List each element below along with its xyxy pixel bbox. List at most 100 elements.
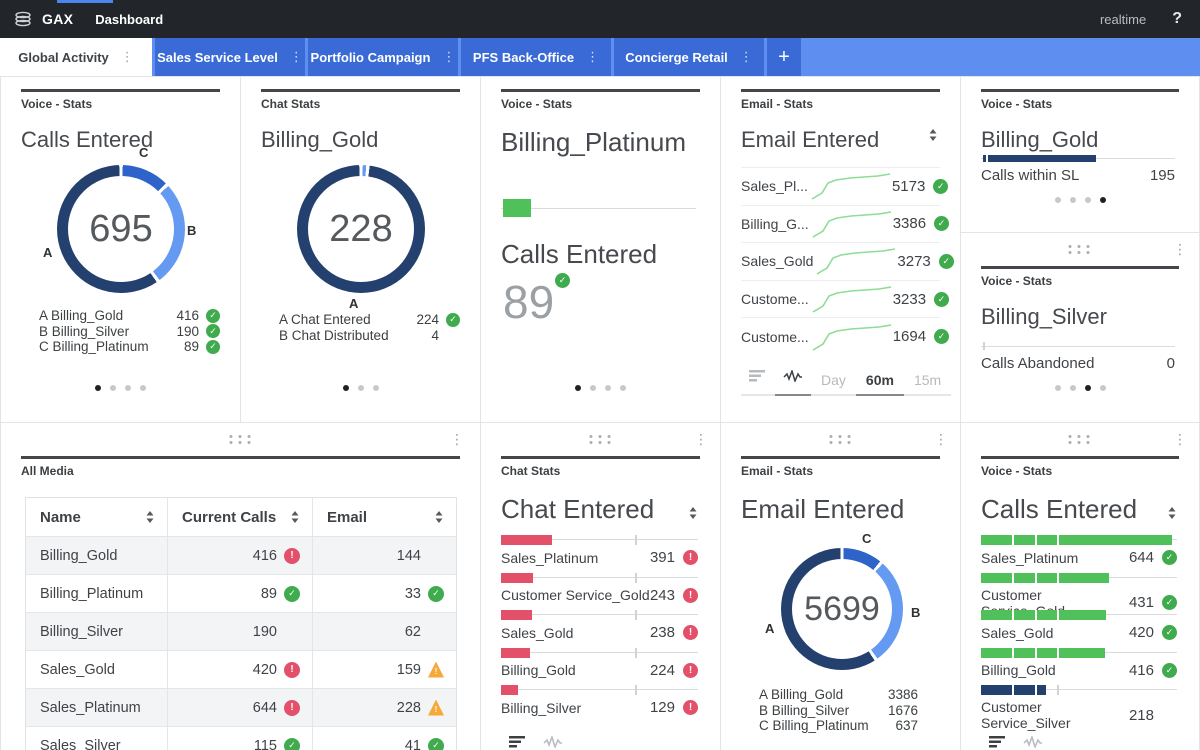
help-icon[interactable]: ? <box>1172 10 1182 28</box>
pagination-dot[interactable] <box>358 385 364 391</box>
list-item: Billing_G... 3386 <box>741 205 940 243</box>
tab-menu-icon[interactable]: ⋮ <box>290 49 303 65</box>
widget-footer-controls <box>501 735 700 750</box>
pagination-dot[interactable] <box>590 385 596 391</box>
pagination-dots[interactable] <box>961 385 1199 391</box>
bar-row: Customer Service_Gold243 <box>501 573 698 611</box>
bars-view-icon[interactable] <box>501 735 535 750</box>
status-ok-icon <box>934 292 949 307</box>
widget-title: Billing_Silver <box>981 304 1179 330</box>
table-row: Billing_Silver 190 62 <box>26 612 456 650</box>
legend-row: B Billing_Silver 1676 <box>759 703 918 719</box>
widget-menu-icon[interactable]: ⋮ <box>934 431 948 448</box>
legend-row: B Chat Distributed 4 <box>279 328 460 344</box>
legend-row: A Chat Entered 224 <box>279 312 460 328</box>
pagination-dot[interactable] <box>1070 385 1076 391</box>
widget-chat-entered-bars: ⋮ Chat Stats Chat Entered Sales_Platinum… <box>480 422 721 750</box>
table-header-row: Name Current Calls Email <box>26 498 456 536</box>
widget-accent-line <box>981 89 1179 92</box>
widget-menu-icon[interactable]: ⋮ <box>1173 241 1187 258</box>
time-range-15m[interactable]: 15m <box>904 372 951 396</box>
pagination-dot[interactable] <box>373 385 379 391</box>
pagination-dot[interactable] <box>110 385 116 391</box>
widget-category: Voice - Stats <box>21 97 220 111</box>
pagination-dot[interactable] <box>1055 385 1061 391</box>
gauge-bar <box>503 199 531 217</box>
sort-icon[interactable] <box>928 129 938 141</box>
drag-handle-icon[interactable] <box>1069 245 1092 254</box>
pagination-dot[interactable] <box>575 385 581 391</box>
status-ok-icon <box>284 738 300 750</box>
list-item: Sales_Pl... 5173 <box>741 167 940 205</box>
tab-label: Sales Service Level <box>157 50 278 65</box>
pagination-dot[interactable] <box>1100 197 1106 203</box>
status-alert-icon <box>683 625 698 640</box>
pagination-dot[interactable] <box>140 385 146 391</box>
time-range-day[interactable]: Day <box>811 372 856 396</box>
drag-handle-icon[interactable] <box>1069 435 1092 444</box>
widget-accent-line <box>21 456 460 459</box>
column-header-current-calls[interactable]: Current Calls <box>167 498 312 536</box>
widget-menu-icon[interactable]: ⋮ <box>450 431 464 448</box>
tab-pfs-back-office[interactable]: PFS Back-Office ⋮ <box>461 38 611 76</box>
tab-menu-icon[interactable]: ⋮ <box>586 49 599 65</box>
metric-bar-track <box>981 155 1175 163</box>
widget-accent-line <box>981 266 1179 269</box>
pagination-dot[interactable] <box>125 385 131 391</box>
widget-category: Email - Stats <box>741 464 940 478</box>
time-range-60m[interactable]: 60m <box>856 372 904 396</box>
status-ok-icon <box>428 738 444 750</box>
pagination-dot[interactable] <box>605 385 611 391</box>
tab-label: Concierge Retail <box>625 50 728 65</box>
segment-label-a: A <box>43 245 52 260</box>
pagination-dot[interactable] <box>1085 385 1091 391</box>
donut-chart: 5699 <box>781 548 903 670</box>
tab-global-activity[interactable]: Global Activity ⋮ <box>0 38 152 76</box>
widget-email-entered-list: Email - Stats Email Entered Sales_Pl... … <box>720 76 961 423</box>
widget-title: Billing_Gold <box>261 127 460 153</box>
bar-row: Sales_Platinum391 <box>501 535 698 573</box>
tab-menu-icon[interactable]: ⋮ <box>442 49 455 65</box>
nav-dashboard[interactable]: Dashboard <box>95 12 163 27</box>
segment-label-b: B <box>187 223 196 238</box>
column-header-email[interactable]: Email <box>312 498 456 536</box>
bars-view-icon[interactable] <box>981 735 1015 750</box>
pagination-dot[interactable] <box>343 385 349 391</box>
table-row: Sales_Gold 420 159 <box>26 650 456 688</box>
sort-icon[interactable] <box>688 507 698 519</box>
pagination-dot[interactable] <box>1085 197 1091 203</box>
tab-concierge-retail[interactable]: Concierge Retail ⋮ <box>614 38 764 76</box>
pagination-dots[interactable] <box>241 385 480 391</box>
widget-menu-icon[interactable]: ⋮ <box>694 431 708 448</box>
tab-menu-icon[interactable]: ⋮ <box>121 49 134 65</box>
drag-handle-icon[interactable] <box>589 435 612 444</box>
widget-title: Email Entered <box>741 494 940 525</box>
widget-accent-line <box>981 456 1179 459</box>
widget-menu-icon[interactable]: ⋮ <box>1173 431 1187 448</box>
pagination-dots[interactable] <box>481 385 720 391</box>
status-alert-icon <box>284 662 300 678</box>
tab-portfolio-campaign[interactable]: Portfolio Campaign ⋮ <box>308 38 458 76</box>
pagination-dot[interactable] <box>1070 197 1076 203</box>
add-tab-button[interactable]: + <box>767 38 801 76</box>
pagination-dots[interactable] <box>961 197 1199 203</box>
tab-menu-icon[interactable]: ⋮ <box>740 49 753 65</box>
donut-legend: A Chat Entered 224 B Chat Distributed 4 <box>279 312 460 343</box>
pagination-dot[interactable] <box>95 385 101 391</box>
bar-row: Sales_Platinum644 <box>981 535 1177 573</box>
sort-icon[interactable] <box>1167 507 1177 519</box>
status-ok-icon <box>939 254 954 269</box>
pagination-dots[interactable] <box>1 385 240 391</box>
pagination-dot[interactable] <box>620 385 626 391</box>
pagination-dot[interactable] <box>1100 385 1106 391</box>
column-header-name[interactable]: Name <box>26 498 167 536</box>
drag-handle-icon[interactable] <box>229 435 252 444</box>
sparkline-view-icon[interactable] <box>1015 735 1051 750</box>
drag-handle-icon[interactable] <box>829 435 852 444</box>
pagination-dot[interactable] <box>1055 197 1061 203</box>
bars-view-icon[interactable] <box>741 369 775 396</box>
tab-sales-service-level[interactable]: Sales Service Level ⋮ <box>155 38 305 76</box>
status-ok-icon <box>206 340 220 354</box>
sparkline-view-icon[interactable] <box>775 369 811 396</box>
sparkline-view-icon[interactable] <box>535 735 571 750</box>
